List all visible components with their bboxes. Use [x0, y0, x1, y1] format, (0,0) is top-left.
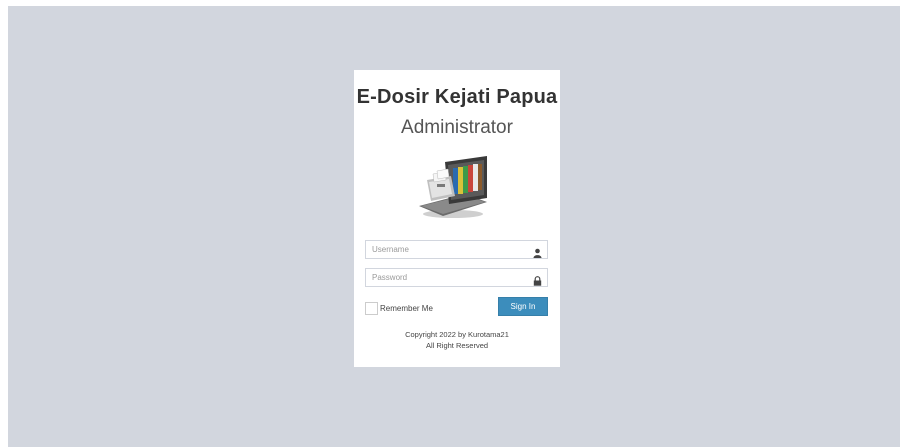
- app-title: E-Dosir Kejati Papua: [356, 86, 558, 108]
- password-input[interactable]: [366, 269, 532, 286]
- user-icon: [533, 245, 542, 258]
- file-cabinet-laptop-icon: [415, 154, 491, 220]
- lock-icon: [533, 273, 542, 286]
- username-field[interactable]: [365, 240, 548, 259]
- remember-me-label: Remember Me: [380, 304, 433, 313]
- rights-text: All Right Reserved: [425, 341, 489, 350]
- sign-in-button[interactable]: Sign In: [498, 297, 548, 316]
- app-subtitle: Administrator: [401, 117, 513, 138]
- remember-me-checkbox[interactable]: [365, 302, 378, 315]
- username-input[interactable]: [366, 241, 532, 258]
- copyright-text: Copyright 2022 by Kurotama21: [405, 330, 509, 339]
- password-field[interactable]: [365, 268, 548, 287]
